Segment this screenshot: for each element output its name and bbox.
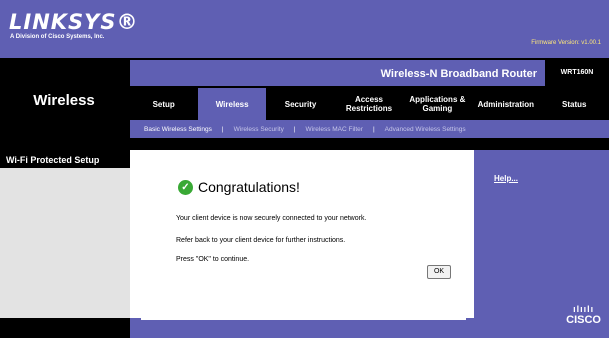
dialog-message-instructions: Refer back to your client device for fur… xyxy=(176,237,346,244)
dialog-heading: ✓ Congratulations! xyxy=(178,179,300,195)
cisco-bars-icon: ılıılı xyxy=(573,304,595,314)
check-circle-icon: ✓ xyxy=(178,179,193,195)
wps-success-dialog: ✓ Congratulations! Your client device is… xyxy=(141,153,466,320)
tab-status[interactable]: Status xyxy=(540,88,609,120)
sidebar-body xyxy=(0,168,130,318)
sidebar-heading: Wi-Fi Protected Setup xyxy=(6,155,100,165)
ok-button[interactable]: OK xyxy=(427,265,451,279)
subtab-advanced-wireless-settings[interactable]: Advanced Wireless Settings xyxy=(385,126,466,133)
main-tabs: Setup Wireless Security Access Restricti… xyxy=(130,88,609,120)
subtab-separator: | xyxy=(293,125,296,133)
tab-applications-gaming[interactable]: Applications & Gaming xyxy=(403,88,473,120)
subtab-separator: | xyxy=(372,125,375,133)
dialog-message-continue: Press "OK" to continue. xyxy=(176,256,250,263)
brand-subtitle: A Division of Cisco Systems, Inc. xyxy=(10,34,105,40)
content-footer-band xyxy=(130,318,474,338)
help-panel: Help... ılıılı CISCO xyxy=(474,150,609,338)
section-title: Wireless xyxy=(33,92,95,109)
sub-tabs: Basic Wireless Settings | Wireless Secur… xyxy=(130,120,609,138)
tab-wireless[interactable]: Wireless xyxy=(198,88,267,120)
router-admin-page: LINKSYS® A Division of Cisco Systems, In… xyxy=(0,0,609,338)
model-number: WRT160N xyxy=(545,60,609,86)
subtab-basic-wireless-settings[interactable]: Basic Wireless Settings xyxy=(144,126,212,133)
help-link[interactable]: Help... xyxy=(494,174,518,183)
linksys-logo: LINKSYS® xyxy=(9,10,139,34)
product-name: Wireless-N Broadband Router xyxy=(380,68,537,80)
cisco-logo: ılıılı CISCO xyxy=(566,304,601,327)
tab-security[interactable]: Security xyxy=(266,88,336,120)
tab-setup[interactable]: Setup xyxy=(130,88,199,120)
product-bar: Wireless-N Broadband Router WRT160N xyxy=(130,60,609,86)
subtab-wireless-mac-filter[interactable]: Wireless MAC Filter xyxy=(306,126,363,133)
dialog-title: Congratulations! xyxy=(198,179,300,195)
header: LINKSYS® A Division of Cisco Systems, In… xyxy=(0,0,609,58)
sidebar-footer xyxy=(0,318,130,338)
dialog-message-connected: Your client device is now securely conne… xyxy=(176,215,367,222)
tab-administration[interactable]: Administration xyxy=(472,88,541,120)
cisco-wordmark: CISCO xyxy=(566,314,601,326)
subtab-separator: | xyxy=(221,125,224,133)
subtab-wireless-security[interactable]: Wireless Security xyxy=(234,126,284,133)
firmware-version: Firmware Version: v1.00.1 xyxy=(531,40,601,46)
tab-access-restrictions[interactable]: Access Restrictions xyxy=(335,88,404,120)
